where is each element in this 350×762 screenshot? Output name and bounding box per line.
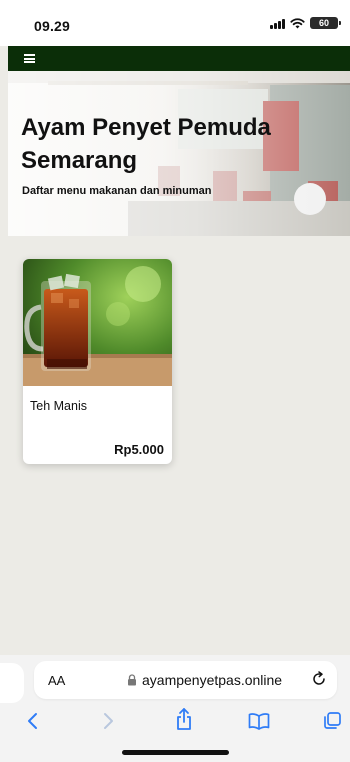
tabs-icon[interactable] [322,711,342,731]
menu-item-name: Teh Manis [30,399,87,413]
battery-icon: 60 [310,17,341,29]
signal-icon [270,18,285,29]
share-icon[interactable] [175,707,193,731]
status-bar: 09.29 60 [0,0,350,46]
menu-item-price: Rp5.000 [114,442,164,457]
browser-toolbar: AA ayampenyetpas.online [0,655,350,762]
forward-icon[interactable] [103,712,115,730]
menu-item-card[interactable]: Teh Manis Rp5.000 [23,259,172,464]
lock-icon [128,674,136,686]
url-text: ayampenyetpas.online [142,672,283,688]
bookmarks-icon[interactable] [248,712,270,730]
status-icons: 60 [270,17,341,29]
iced-tea-image [23,259,172,386]
previous-tab-preview[interactable] [0,663,24,703]
hero-banner: Ayam Penyet Pemuda Semarang Daftar menu … [8,71,350,236]
hamburger-icon[interactable] [24,54,35,63]
reload-icon[interactable] [311,671,327,687]
battery-level: 60 [318,18,329,28]
address-bar[interactable]: AA ayampenyetpas.online [34,661,337,699]
wifi-icon [290,17,305,28]
page-title: Ayam Penyet Pemuda Semarang [21,114,271,174]
back-icon[interactable] [26,712,38,730]
page-subtitle: Daftar menu makanan dan minuman [22,185,212,197]
text-size-button[interactable]: AA [48,673,65,688]
status-time: 09.29 [34,18,71,34]
home-indicator [122,750,229,755]
navbar [8,46,350,71]
